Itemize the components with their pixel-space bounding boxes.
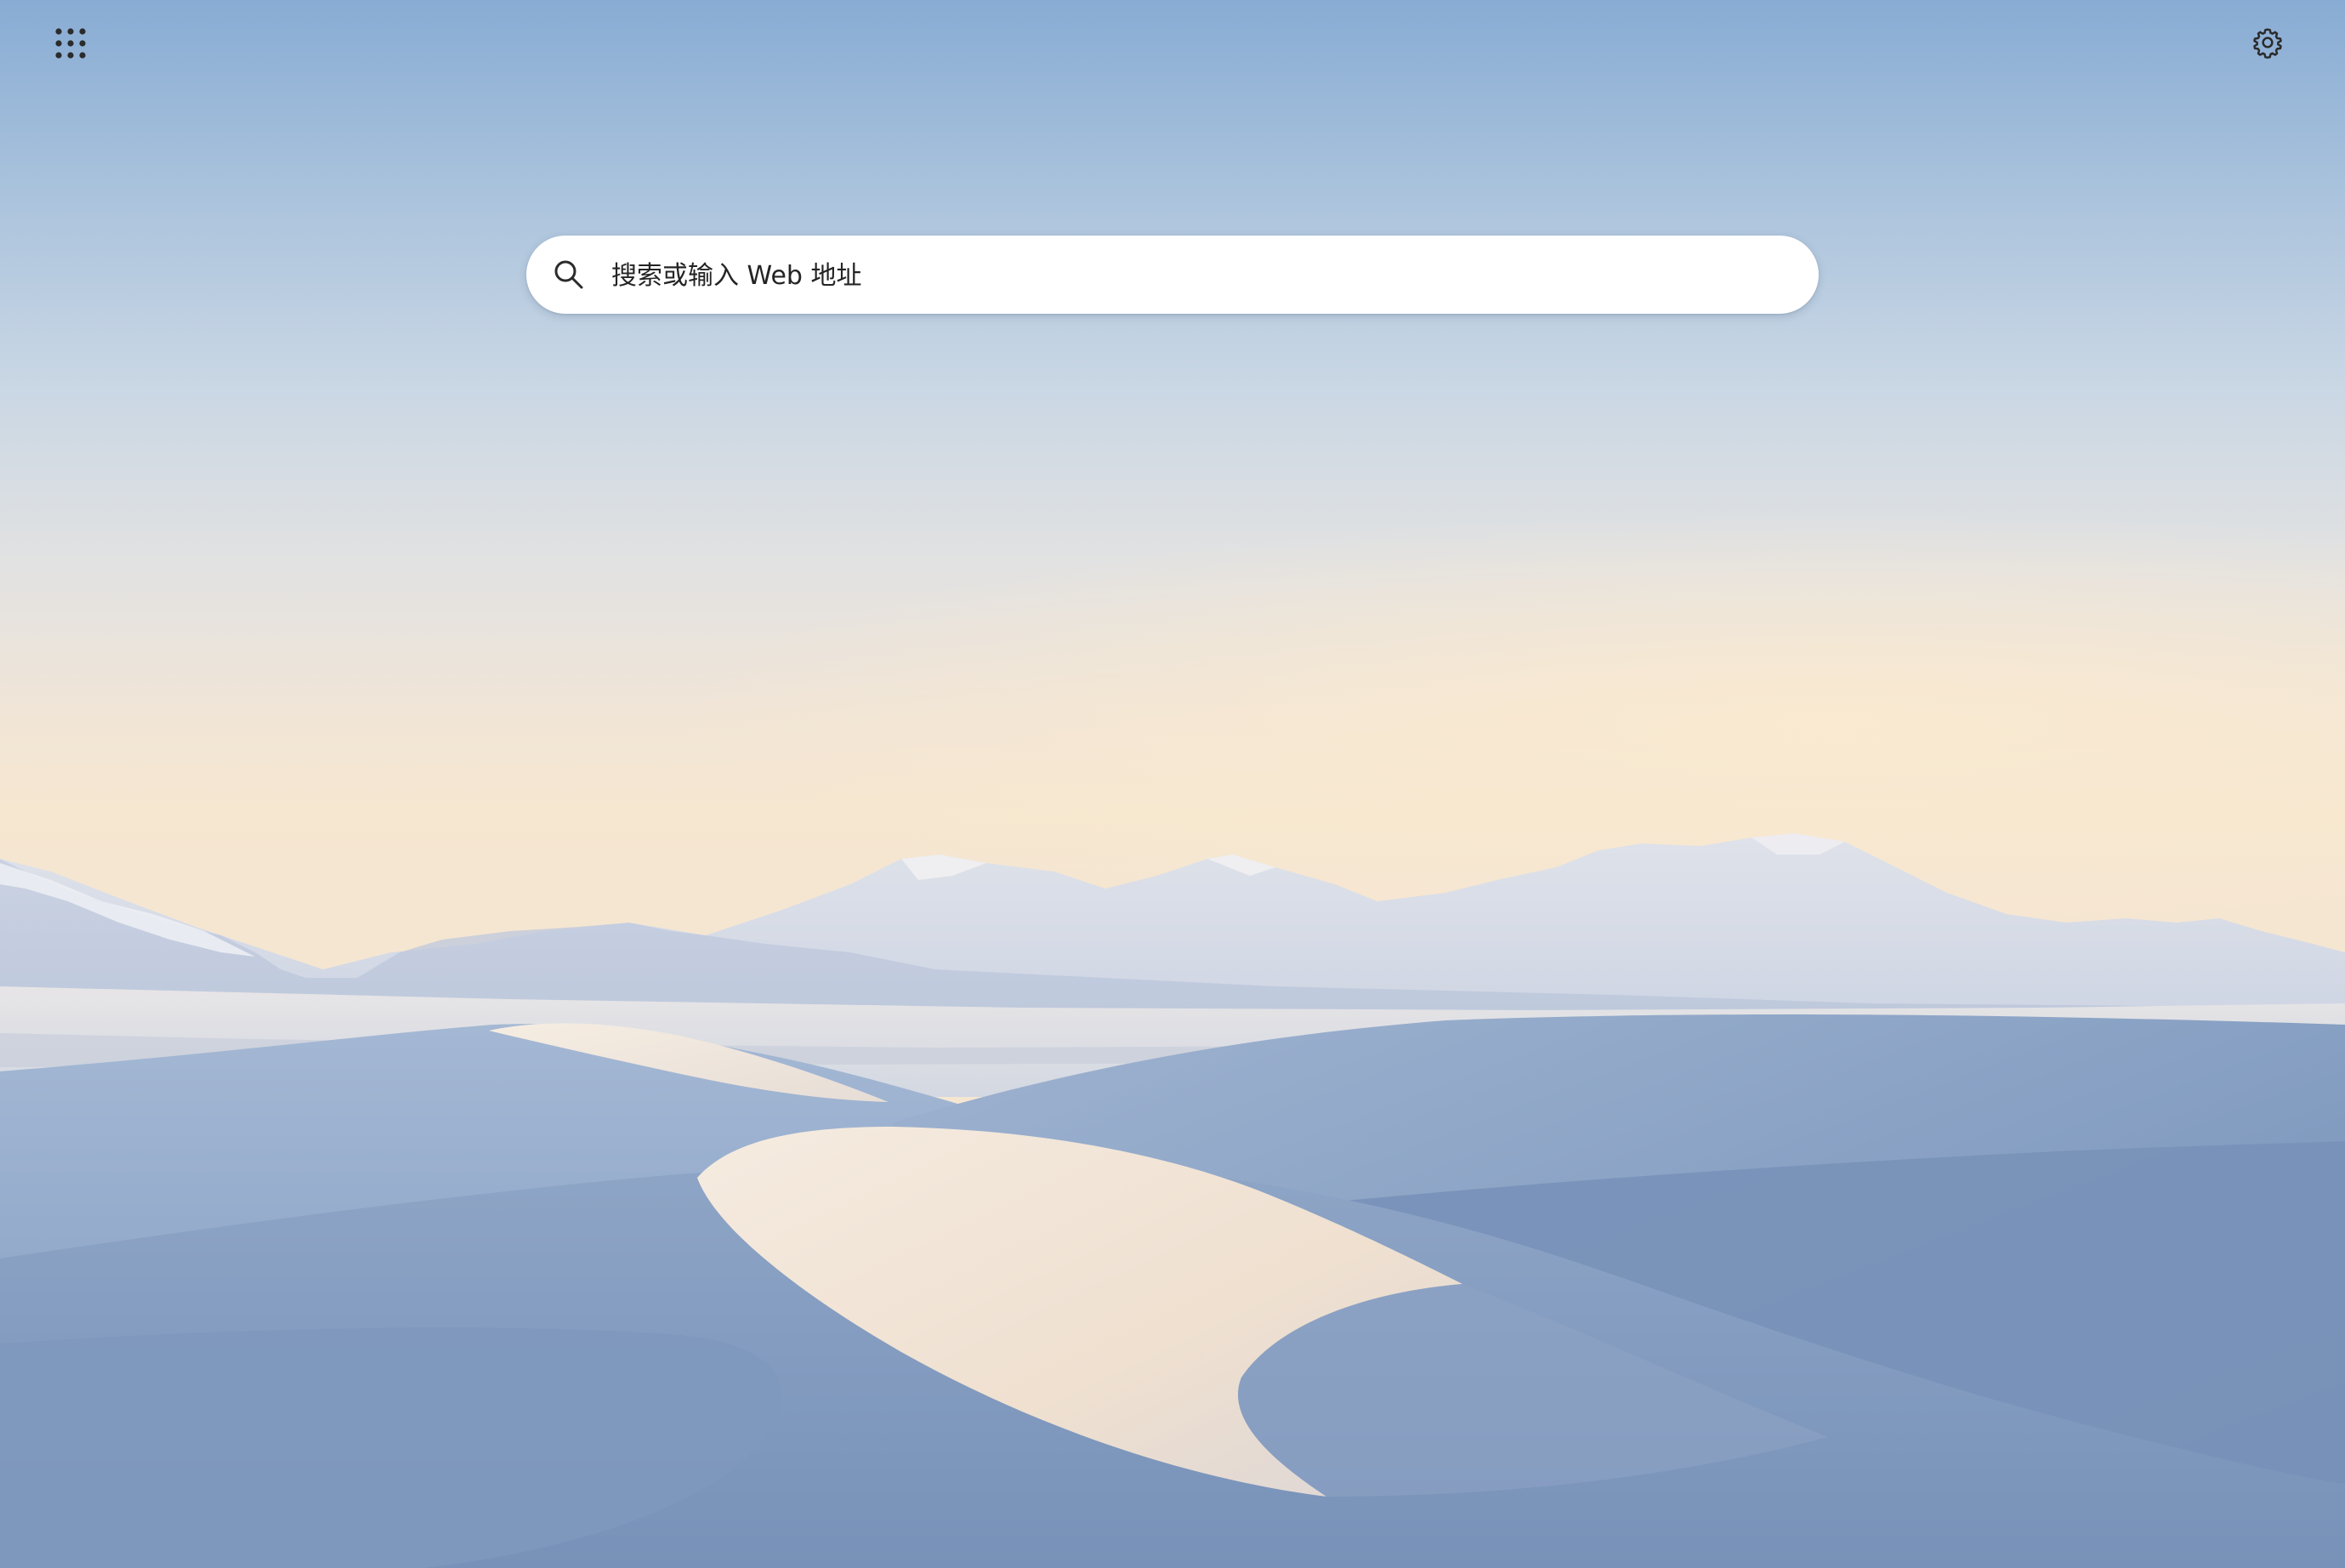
- search-input[interactable]: [610, 249, 1786, 302]
- apps-launcher-button[interactable]: [43, 15, 99, 71]
- search-icon: [554, 260, 583, 289]
- gear-icon: [2253, 28, 2282, 59]
- search-box[interactable]: [526, 236, 1819, 314]
- new-tab-page: [0, 0, 2345, 1568]
- page-settings-button[interactable]: [2240, 14, 2296, 71]
- apps-grid-icon: [55, 28, 86, 59]
